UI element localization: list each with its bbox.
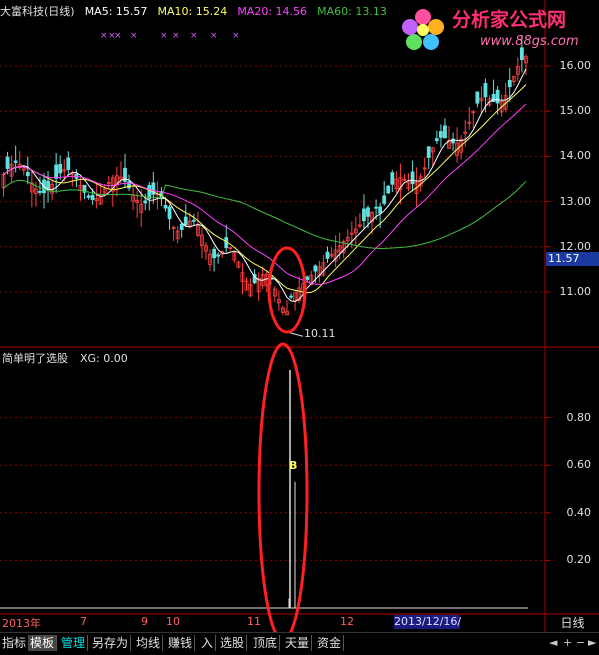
candle-body — [378, 206, 383, 214]
indicator-tick-label: 0.60 — [566, 458, 592, 472]
low-price-label: 10.11 — [304, 327, 336, 340]
candle-body — [58, 163, 63, 174]
candle-body — [507, 80, 512, 88]
candle-body — [5, 156, 10, 169]
indicator-xg-value: XG: 0.00 — [80, 352, 128, 365]
watermark-title: 分析家公式网 — [452, 9, 567, 31]
candle-body — [13, 160, 18, 163]
ma60-line — [3, 179, 527, 249]
candle-body — [475, 91, 480, 104]
tab-fund[interactable]: 资金 — [315, 635, 345, 651]
tab-indicator[interactable]: 指标 — [0, 635, 30, 651]
zoom-in-icon[interactable]: + — [563, 636, 572, 649]
time-label: 9 — [141, 615, 148, 628]
signal-marker: × — [232, 31, 240, 41]
indicator-tick-label: 0.40 — [566, 505, 592, 519]
candle-body — [25, 171, 30, 177]
cursor-date: 2013/12/16/一 — [394, 615, 462, 642]
bottom-toolbar: 指标 模板 管理 另存为 均线 赚钱 入 选股 顶底 天量 资金 — [0, 632, 599, 655]
watermark-logo: 分析家公式网 www.88gs.com — [400, 5, 595, 55]
price-tick-label: 16.00 — [559, 59, 592, 72]
signal-marker: × — [160, 31, 168, 41]
candle-body — [374, 206, 379, 209]
tab-template[interactable]: 模板 — [28, 635, 58, 651]
time-label: 10 — [166, 615, 180, 628]
time-label: 11 — [247, 615, 261, 628]
candle-body — [143, 200, 148, 204]
candle-body — [366, 207, 370, 217]
candle-body — [289, 295, 293, 298]
time-axis: 2013年 7 9 10 11 12 — [0, 614, 545, 630]
price-tick-label: 11.00 — [559, 285, 592, 298]
highlight-ellipse — [257, 342, 309, 642]
candle-body — [410, 171, 415, 185]
buy-signal-marker: B — [289, 459, 298, 472]
tab-save-as[interactable]: 另存为 — [90, 635, 132, 651]
candle-body — [362, 208, 366, 222]
candle-body — [212, 248, 217, 259]
indicator-tick-label: 0.20 — [566, 553, 592, 567]
candle-body — [495, 89, 500, 104]
price-tick-label: 15.00 — [559, 104, 592, 118]
candle-body — [426, 146, 431, 158]
chart-canvas[interactable]: × ×× × × × × × × — [0, 0, 599, 654]
zoom-out-icon[interactable]: − — [576, 636, 585, 649]
candle-body — [386, 185, 391, 194]
ma20-line — [3, 103, 527, 285]
tab-manage[interactable]: 管理 — [59, 635, 89, 651]
candle-body — [390, 172, 395, 185]
tab-profit[interactable]: 赚钱 — [166, 635, 196, 651]
candle-body — [325, 251, 330, 259]
time-label: 12 — [340, 615, 354, 628]
candle-body — [313, 265, 318, 272]
candle-body — [216, 254, 221, 257]
scroll-right-icon[interactable]: ► — [588, 636, 596, 649]
candle-body — [147, 184, 152, 199]
time-label: 2013年 — [2, 617, 41, 630]
candle-body — [434, 138, 439, 142]
watermark-url: www.88gs.com — [480, 34, 579, 49]
candle-body — [90, 194, 95, 201]
candle-body — [382, 195, 387, 204]
candle-body — [86, 195, 91, 198]
signal-marker: × — [190, 31, 198, 41]
tab-ma[interactable]: 均线 — [134, 635, 164, 651]
candle-body — [443, 125, 447, 139]
price-tick-label: 13.00 — [559, 194, 592, 208]
candle-body — [179, 223, 184, 230]
candle-body — [191, 219, 196, 222]
price-tick-label: 14.00 — [559, 149, 592, 163]
scroll-left-icon[interactable]: ◄ — [549, 636, 557, 649]
candle-body — [163, 205, 168, 209]
signal-marker: × — [130, 31, 138, 41]
indicator-tick-label: 0.80 — [566, 410, 592, 424]
candle-body — [54, 164, 59, 179]
tab-top-bottom[interactable]: 顶底 — [251, 635, 281, 651]
candle-body — [483, 83, 488, 98]
chart-window: 大富科技(日线) MA5: 15.57 MA10: 15.24 MA20: 14… — [0, 0, 599, 655]
flower-logo-icon — [400, 7, 446, 53]
indicator-title: 简单明了选股 — [2, 352, 68, 365]
tab-stock-select[interactable]: 选股 — [218, 635, 248, 651]
price-tick-label: 12.00 — [559, 239, 592, 253]
candle-body — [167, 206, 172, 220]
signal-marker: × — [100, 31, 108, 41]
candle-body — [305, 276, 310, 280]
tab-volume[interactable]: 天量 — [283, 635, 313, 651]
candle-body — [438, 131, 443, 138]
period-selector[interactable]: 日线 — [546, 614, 599, 632]
candle-body — [38, 190, 42, 193]
time-label: 7 — [80, 615, 87, 628]
candle-body — [183, 216, 188, 226]
candle-body — [66, 157, 71, 170]
current-price-box: 11.57 — [546, 252, 599, 266]
signal-marker: × — [210, 31, 218, 41]
signal-marker: × — [172, 31, 180, 41]
signal-marker: × — [114, 31, 122, 41]
tab-buy[interactable]: 入 — [199, 635, 217, 651]
